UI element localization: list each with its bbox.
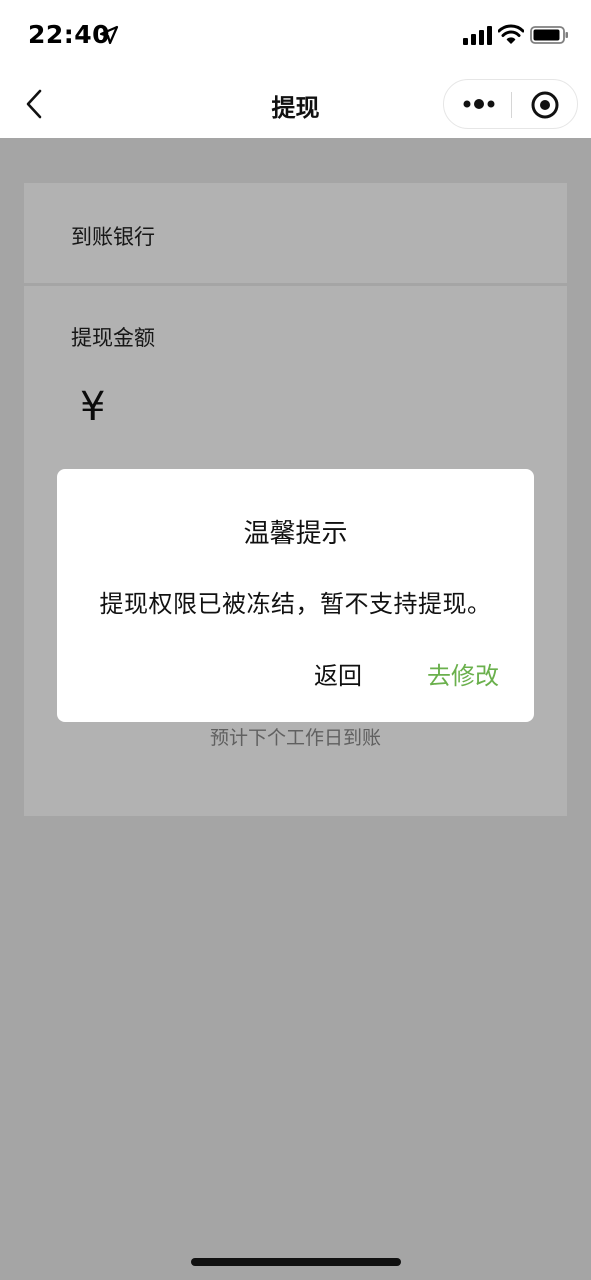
capsule-divider	[511, 92, 512, 118]
cellular-signal-icon	[463, 26, 492, 45]
dialog-title: 温馨提示	[243, 519, 348, 549]
location-arrow-icon	[99, 25, 119, 45]
dialog-message: 提现权限已被冻结，暂不支持提现。	[99, 590, 492, 618]
withdraw-screen: 22:40 提现 到账银行 提现金额 ¥ 预计下个工作日到账 温馨提示 提现权限…	[0, 0, 591, 1280]
close-circle-icon[interactable]	[530, 90, 560, 120]
alert-dialog: 温馨提示 提现权限已被冻结，暂不支持提现。 返回 去修改	[57, 469, 534, 722]
status-time: 22:40	[28, 20, 111, 49]
navigation-bar: 提现	[0, 70, 591, 138]
battery-icon	[530, 26, 568, 44]
modify-button[interactable]: 去修改	[427, 656, 499, 691]
status-bar: 22:40	[0, 0, 591, 70]
more-dots-icon[interactable]	[462, 93, 496, 115]
back-button[interactable]: 返回	[314, 656, 362, 691]
mini-program-capsule	[443, 79, 578, 129]
home-indicator[interactable]	[191, 1258, 401, 1266]
wifi-icon	[498, 24, 524, 44]
